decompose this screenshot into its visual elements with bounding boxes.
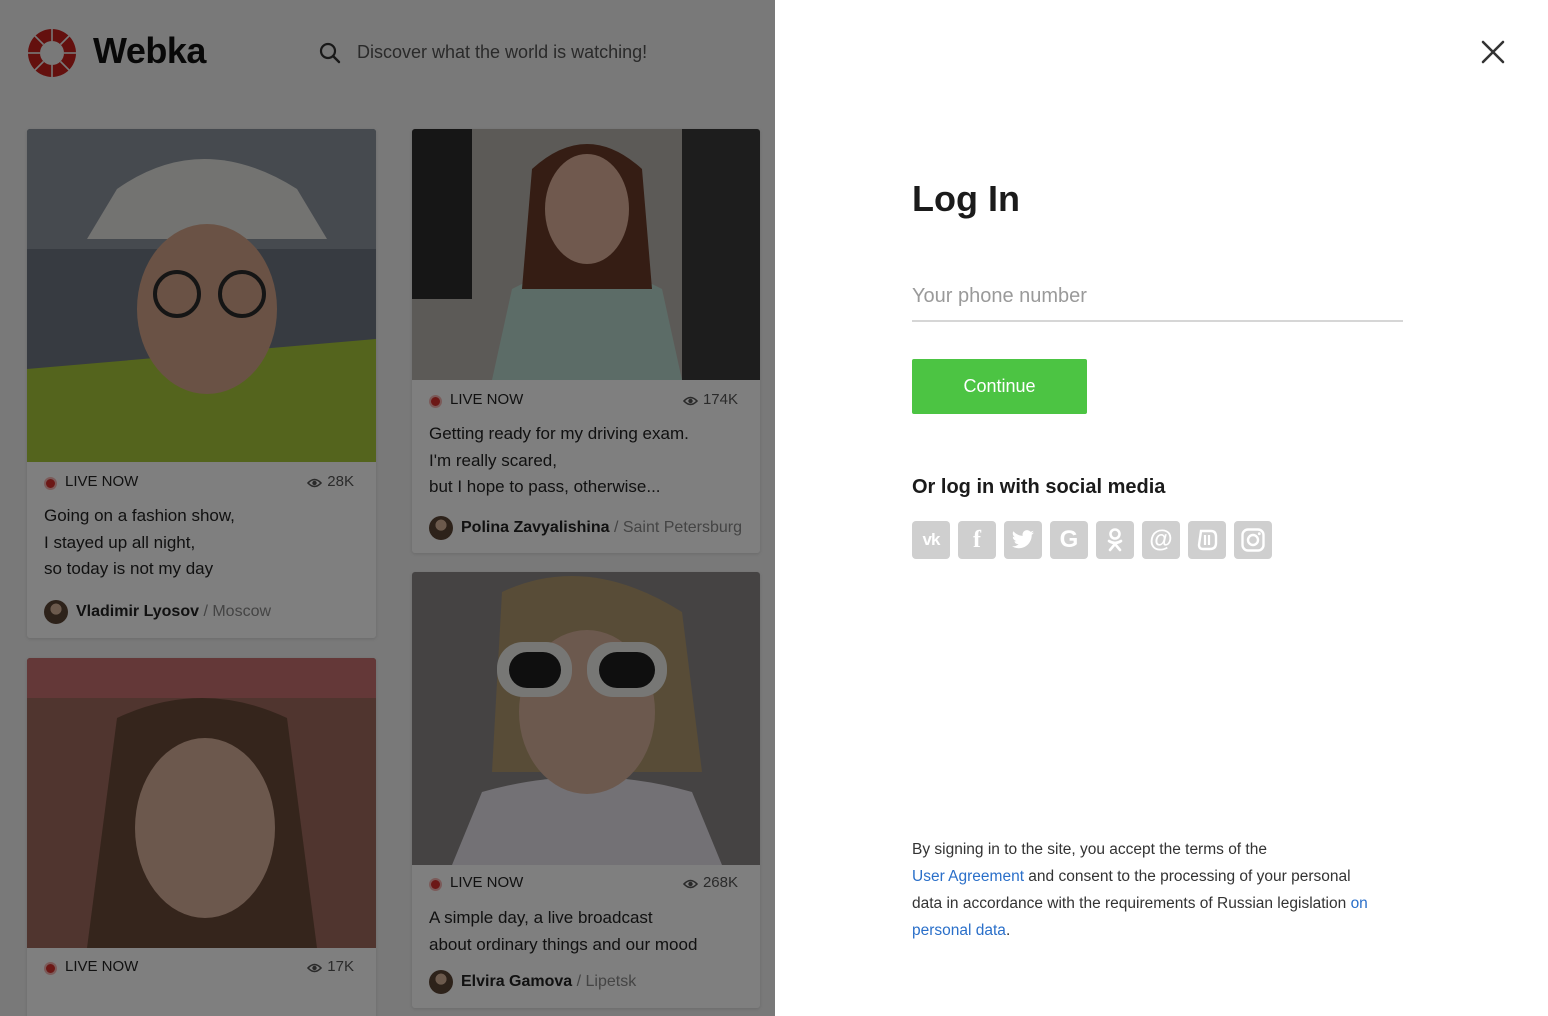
close-icon[interactable] [1478, 37, 1508, 67]
odnoklassniki-icon[interactable] [1096, 521, 1134, 559]
social-login-title: Or log in with social media [912, 476, 1166, 498]
phone-input[interactable] [912, 272, 1403, 322]
twitter-icon[interactable] [1004, 521, 1042, 559]
facebook-icon[interactable]: f [958, 521, 996, 559]
login-title: Log In [912, 178, 1020, 219]
livejournal-icon[interactable] [1188, 521, 1226, 559]
instagram-icon[interactable] [1234, 521, 1272, 559]
page: Webka Discover what the world is watchin… [0, 0, 1548, 1016]
continue-button[interactable]: Continue [912, 359, 1087, 414]
terms-notice: By signing in to the site, you accept th… [912, 841, 1368, 939]
user-agreement-link[interactable]: User Agreement [912, 868, 1024, 885]
mail-icon[interactable]: @ [1142, 521, 1180, 559]
feed-background: Webka Discover what the world is watchin… [0, 0, 775, 1016]
modal-backdrop[interactable] [0, 0, 775, 1016]
google-icon[interactable]: G [1050, 521, 1088, 559]
social-login-buttons: vk f G @ [912, 521, 1272, 559]
vk-icon[interactable]: vk [912, 521, 950, 559]
